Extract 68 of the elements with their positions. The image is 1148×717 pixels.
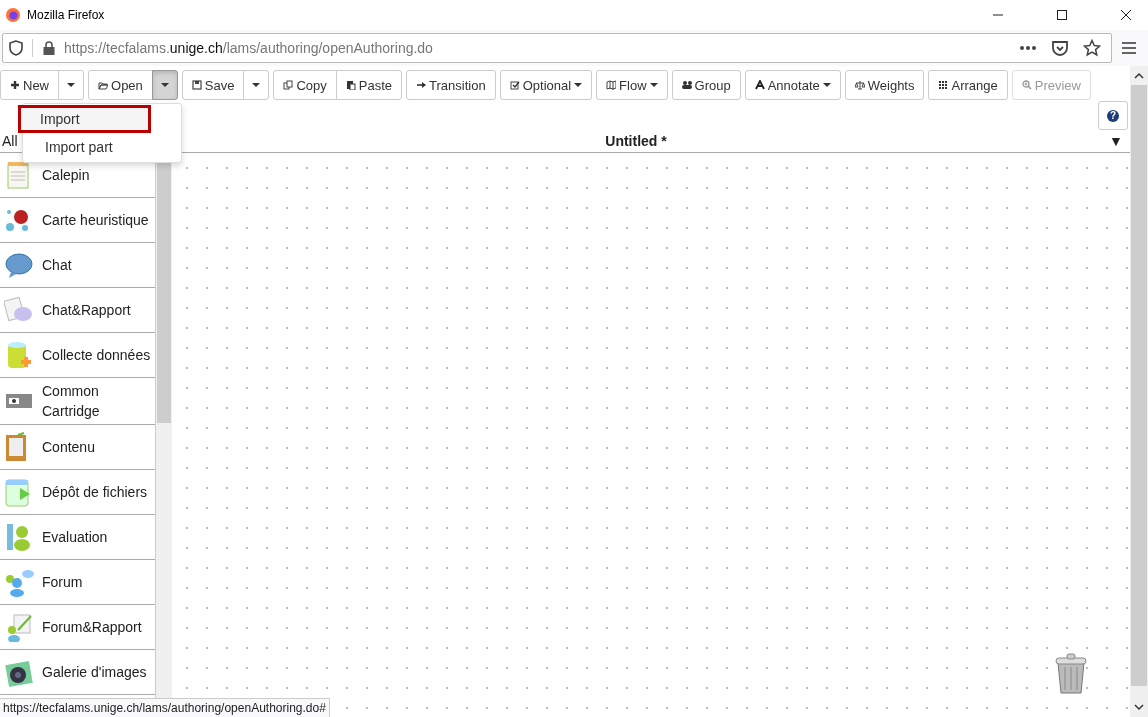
caret-icon <box>160 83 169 87</box>
copy-icon <box>283 80 294 90</box>
toolbar-button[interactable]: Copy <box>273 70 337 100</box>
activity-item[interactable]: Forum <box>0 560 155 605</box>
caret-icon <box>822 83 831 87</box>
scrollbar-thumb[interactable] <box>1131 85 1147 686</box>
dropdown-toggle[interactable] <box>58 70 84 100</box>
plus-icon <box>10 80 20 90</box>
collapse-toggle[interactable]: ▼ <box>1102 133 1130 149</box>
toolbar-button[interactable]: Group <box>671 70 741 100</box>
activity-item[interactable]: Forum&Rapport <box>0 605 155 650</box>
caret-icon <box>649 83 658 87</box>
activity-item[interactable]: Contenu <box>0 425 155 470</box>
scroll-up-icon[interactable] <box>1134 72 1144 79</box>
letter-a-icon <box>754 80 765 90</box>
activity-item[interactable]: Chat&Rapport <box>0 288 155 333</box>
checkbox-icon <box>509 80 520 90</box>
star-icon[interactable] <box>1083 39 1101 57</box>
caret-icon <box>67 83 75 87</box>
url-text: https://tecfalams.unige.ch/lams/authoring/openAuthoring.do <box>64 40 433 56</box>
toolbar-button[interactable]: Open <box>88 70 153 100</box>
map-icon <box>606 80 617 90</box>
window-title: Mozilla Firefox <box>27 8 105 22</box>
pocket-icon[interactable] <box>1051 39 1069 57</box>
dropdown-toggle[interactable] <box>151 70 178 100</box>
help-button[interactable]: ? <box>1098 101 1128 130</box>
clipboard-icon <box>345 80 356 90</box>
folder-icon <box>98 80 108 90</box>
activity-item[interactable]: Dépôt de fichiers <box>0 470 155 515</box>
scroll-down-icon[interactable] <box>1134 704 1144 711</box>
people-bubble-icon <box>4 567 34 597</box>
trash-can-icon <box>1054 653 1088 697</box>
activity-item[interactable]: Galerie d'images <box>0 650 155 695</box>
activity-item[interactable]: Common Cartridge <box>0 378 155 425</box>
speech-bubble-icon <box>4 250 34 280</box>
toolbar-button[interactable]: New <box>0 70 59 100</box>
activity-item[interactable]: Chat <box>0 243 155 288</box>
toolbar-button[interactable]: Save <box>181 70 245 100</box>
toolbar-button[interactable]: Weights <box>844 70 925 100</box>
status-bar: https://tecfalams.unige.ch/lams/authoring/openAuthoring.do# <box>0 698 330 717</box>
maximize-icon[interactable] <box>1056 9 1068 21</box>
menu-icon[interactable] <box>1121 41 1137 55</box>
toolbar-button[interactable]: Arrange <box>928 70 1008 100</box>
grid-icon <box>938 80 949 90</box>
shield-icon <box>9 40 23 56</box>
arrow-right-icon <box>416 80 427 90</box>
toolbar-button[interactable]: Optional <box>499 70 593 100</box>
dropdown-toggle[interactable] <box>243 70 270 100</box>
lock-icon <box>42 40 56 56</box>
browser-logo-icon <box>5 7 21 23</box>
toolbar-button[interactable]: Paste <box>335 70 403 100</box>
activity-item[interactable]: Carte heuristique <box>0 198 155 243</box>
activity-item[interactable]: Evaluation <box>0 515 155 560</box>
people-icon <box>681 80 692 90</box>
caret-icon <box>252 83 261 87</box>
menu-item[interactable]: Import <box>18 105 151 133</box>
zoom-in-icon <box>1021 80 1032 90</box>
close-icon[interactable] <box>1120 9 1132 21</box>
toolbar-button[interactable]: Annotate <box>744 70 841 100</box>
scrollbar-thumb[interactable] <box>157 163 171 423</box>
address-bar[interactable]: https://tecfalams.unige.ch/lams/authoring/openAuthoring.do <box>2 33 1112 63</box>
toolbar-button[interactable]: Transition <box>406 70 496 100</box>
activity-item[interactable]: Collecte données <box>0 333 155 378</box>
caret-icon <box>574 83 583 87</box>
scale-icon <box>854 80 865 90</box>
toolbar-button[interactable]: Flow <box>596 70 668 100</box>
canvas-title: Untitled * <box>604 133 668 149</box>
more-icon[interactable] <box>1019 45 1037 51</box>
